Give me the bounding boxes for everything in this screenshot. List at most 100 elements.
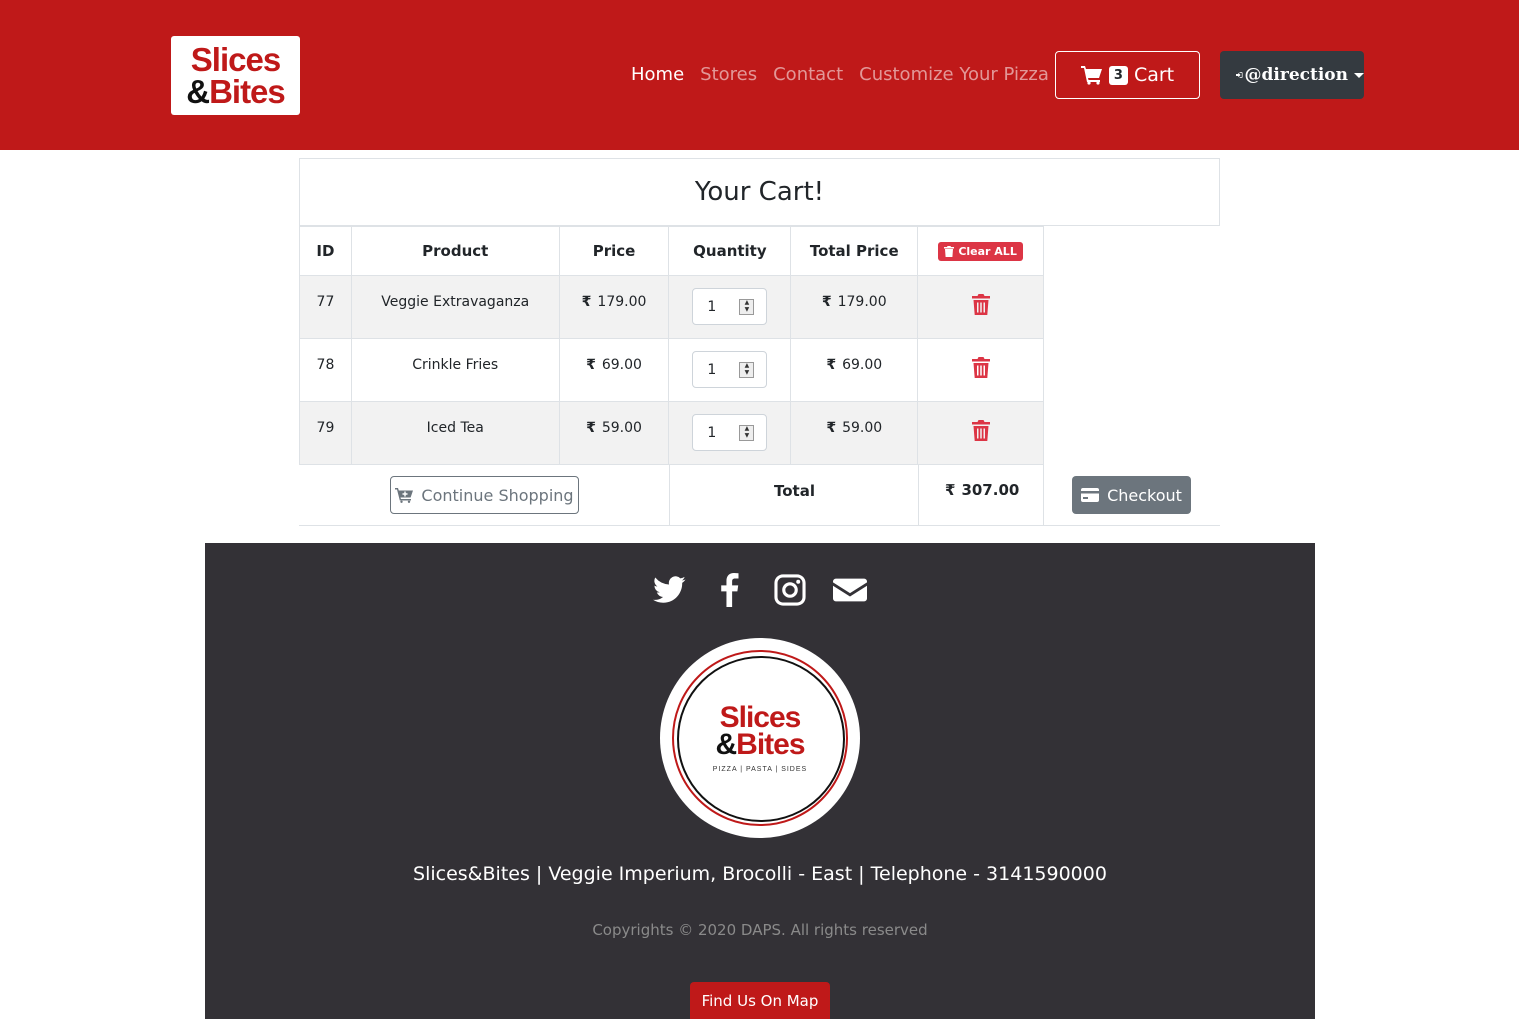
spinner-arrows[interactable]: ▲ ▼ — [739, 298, 755, 315]
summary-divider — [1043, 464, 1044, 526]
trash-icon — [944, 245, 955, 257]
footer-copyright: Copyrights © 2020 DAPS. All rights reser… — [592, 921, 928, 939]
cell-product: Iced Tea — [350, 401, 560, 465]
chevron-down-icon — [1354, 72, 1364, 78]
facebook-icon[interactable] — [713, 573, 747, 607]
footer-logo-line1: Slices — [719, 700, 802, 734]
cell-delete — [917, 275, 1044, 339]
spinner-arrows[interactable]: ▲ ▼ — [739, 424, 755, 441]
nav-customize-pizza[interactable]: Customize Your Pizza — [859, 64, 1049, 85]
brand-amp: & — [186, 72, 210, 110]
user-dropdown[interactable]: @direction — [1220, 51, 1364, 99]
quantity-value: 1 — [707, 298, 717, 315]
header-product: Product — [350, 226, 560, 276]
spin-down-icon[interactable]: ▼ — [740, 370, 753, 377]
continue-shopping-button[interactable]: Continue Shopping — [390, 476, 579, 514]
checkout-button[interactable]: Checkout — [1072, 476, 1191, 514]
cell-quantity: 1 ▲ ▼ — [668, 401, 792, 465]
delete-item-icon[interactable] — [971, 357, 990, 378]
cell-quantity: 1 ▲ ▼ — [668, 275, 792, 339]
cell-total: ₹69.00 — [790, 338, 919, 402]
cell-delete — [917, 401, 1044, 465]
summary-divider — [669, 464, 670, 526]
cart-title-box: Your Cart! — [299, 158, 1220, 226]
header-quantity: Quantity — [668, 226, 792, 276]
cell-delete — [917, 338, 1044, 402]
cart-label: Cart — [1133, 64, 1175, 86]
clear-all-button[interactable]: Clear ALL — [938, 241, 1023, 261]
quantity-stepper[interactable]: 1 ▲ ▼ — [692, 414, 768, 451]
footer-logo-amp: & — [715, 727, 737, 761]
rupee-icon: ₹ — [581, 294, 592, 310]
rupee-icon: ₹ — [945, 481, 956, 499]
footer-logo-line2-text: Bites — [736, 727, 805, 761]
cart-plus-icon — [395, 488, 414, 503]
brand-logo[interactable]: Slices &Bites — [171, 36, 300, 115]
table-row: 79 Iced Tea ₹59.00 1 ▲ ▼ ₹59.00 — [299, 401, 1044, 465]
cart-count-badge: 3 — [1108, 65, 1128, 85]
cell-price: ₹59.00 — [558, 401, 670, 465]
envelope-icon[interactable] — [833, 573, 867, 607]
cart-icon — [1080, 66, 1102, 85]
quantity-value: 1 — [707, 424, 717, 441]
cart-button[interactable]: 3 Cart — [1055, 51, 1200, 99]
spin-down-icon[interactable]: ▼ — [740, 433, 753, 440]
spin-down-icon[interactable]: ▼ — [740, 307, 753, 314]
sign-in-icon — [1236, 72, 1243, 78]
total-label: Total — [774, 482, 815, 500]
header-id: ID — [299, 226, 352, 276]
instagram-icon[interactable] — [773, 573, 807, 607]
nav-home[interactable]: Home — [631, 64, 684, 85]
nav-contact[interactable]: Contact — [773, 64, 843, 85]
header-price: Price — [558, 226, 670, 276]
delete-item-icon[interactable] — [971, 294, 990, 315]
cell-id: 79 — [299, 401, 352, 465]
spinner-arrows[interactable]: ▲ ▼ — [739, 361, 755, 378]
cell-quantity: 1 ▲ ▼ — [668, 338, 792, 402]
cell-price: ₹179.00 — [558, 275, 670, 339]
price-value: 179.00 — [597, 294, 647, 310]
header-total-price: Total Price — [790, 226, 919, 276]
brand-line2: &Bites — [186, 72, 286, 110]
quantity-stepper[interactable]: 1 ▲ ▼ — [692, 351, 768, 388]
footer-logo: Slices &Bites PIZZA | PASTA | SIDES — [660, 638, 860, 838]
price-value: 69.00 — [601, 357, 642, 373]
rupee-icon: ₹ — [826, 420, 837, 436]
brand-line1: Slices — [190, 40, 281, 78]
user-label: @direction — [1244, 65, 1348, 85]
nav-stores[interactable]: Stores — [700, 64, 757, 85]
find-us-on-map-button[interactable]: Find Us On Map — [690, 982, 830, 1019]
total-value: 69.00 — [842, 357, 883, 373]
table-row: 78 Crinkle Fries ₹69.00 1 ▲ ▼ ₹69.00 — [299, 338, 1044, 402]
total-value: 59.00 — [842, 420, 883, 436]
footer-logo-tagline: PIZZA | PASTA | SIDES — [712, 765, 808, 773]
quantity-value: 1 — [707, 361, 717, 378]
cart-table: ID Product Price Quantity Total Price Cl… — [299, 226, 1044, 465]
total-value: 179.00 — [837, 294, 887, 310]
social-links — [205, 573, 1315, 607]
header-clear: Clear ALL — [917, 226, 1044, 276]
checkout-label: Checkout — [1107, 485, 1182, 505]
credit-card-icon — [1081, 488, 1100, 502]
page-title: Your Cart! — [694, 177, 825, 207]
quantity-stepper[interactable]: 1 ▲ ▼ — [692, 288, 768, 325]
nav-links: Home Stores Contact Customize Your Pizza — [631, 64, 1049, 85]
rupee-icon: ₹ — [826, 357, 837, 373]
footer-address: Slices&Bites | Veggie Imperium, Brocolli… — [413, 863, 1107, 885]
summary-divider — [918, 464, 919, 526]
table-header-row: ID Product Price Quantity Total Price Cl… — [299, 226, 1044, 276]
delete-item-icon[interactable] — [971, 420, 990, 441]
site-footer: Slices &Bites PIZZA | PASTA | SIDES Slic… — [205, 543, 1315, 1019]
cell-id: 78 — [299, 338, 352, 402]
cell-product: Veggie Extravaganza — [350, 275, 560, 339]
cell-price: ₹69.00 — [558, 338, 670, 402]
footer-logo-line2: &Bites — [713, 727, 807, 761]
grand-total: ₹307.00 — [945, 481, 1019, 499]
rupee-icon: ₹ — [821, 294, 832, 310]
continue-shopping-label: Continue Shopping — [421, 485, 574, 505]
rupee-icon: ₹ — [586, 420, 596, 436]
twitter-icon[interactable] — [653, 573, 687, 607]
cell-total: ₹59.00 — [790, 401, 919, 465]
cell-id: 77 — [299, 275, 352, 339]
footer-logo-text: Slices &Bites PIZZA | PASTA | SIDES — [712, 700, 808, 773]
